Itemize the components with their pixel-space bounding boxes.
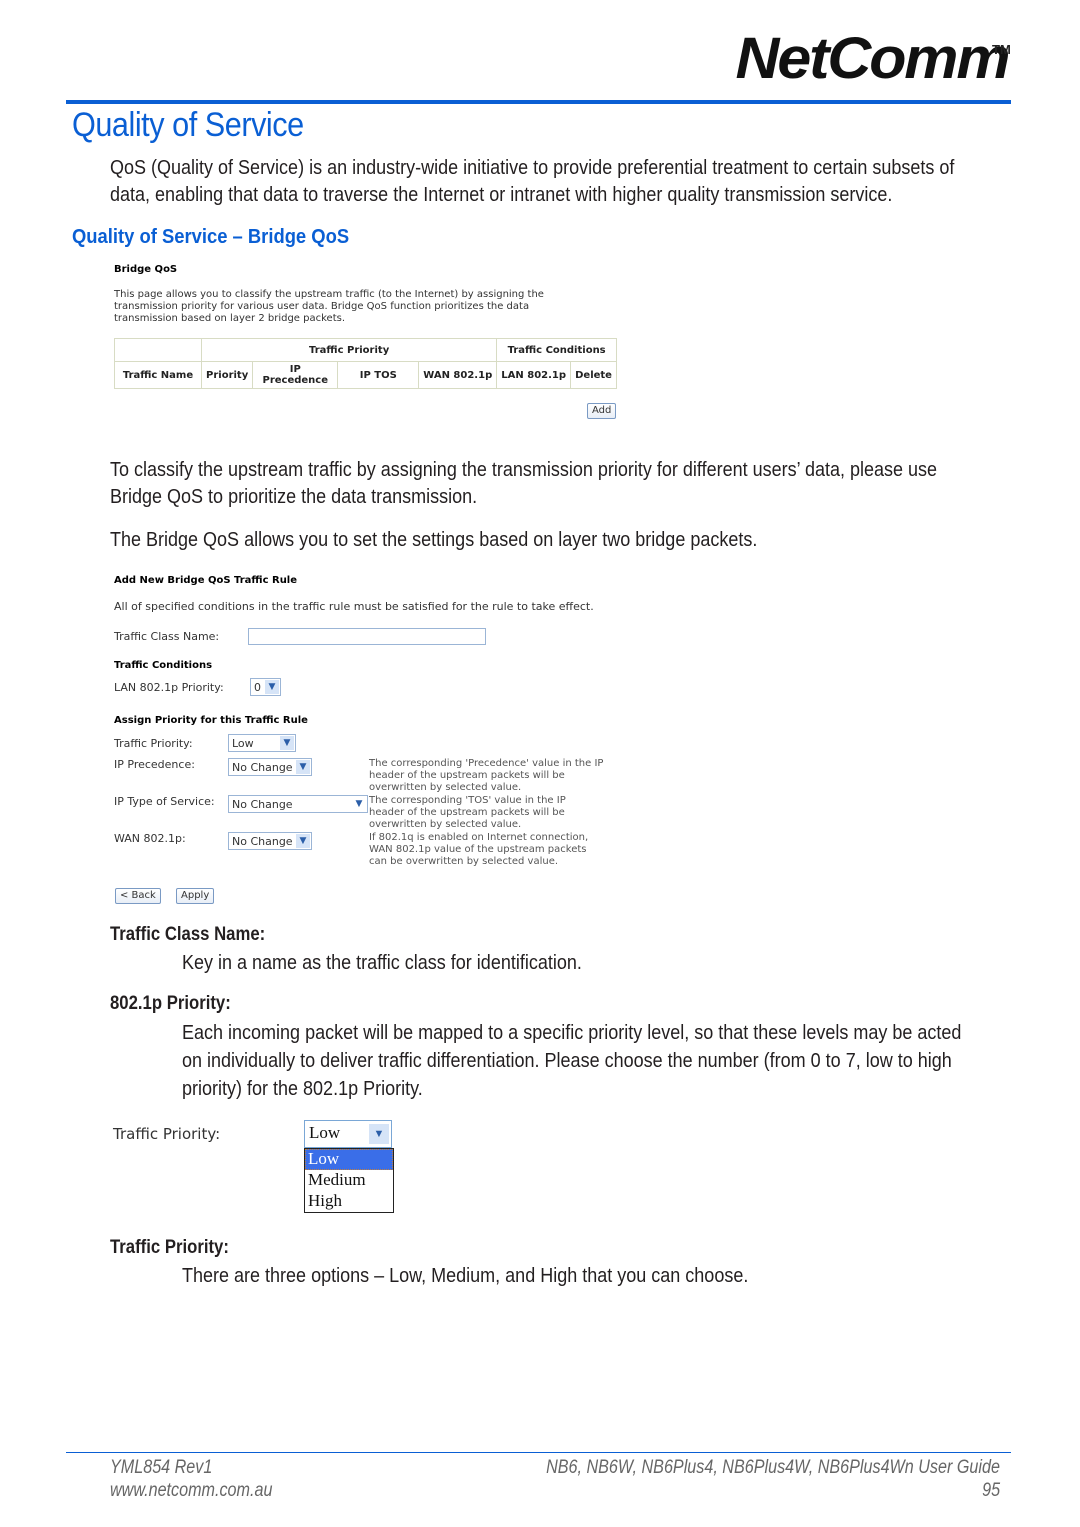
chevron-down-icon: ▼ [369, 1124, 389, 1144]
lan-priority-label: LAN 802.1p Priority: [114, 681, 224, 694]
traffic-priority-label-large: Traffic Priority: [113, 1125, 221, 1143]
traffic-priority-dropdown[interactable]: Low ▼ [304, 1120, 392, 1148]
bridge-qos-heading: Bridge QoS [114, 264, 178, 275]
wan-8021p-note: If 802.1q is enabled on Internet connect… [369, 832, 588, 868]
def-desc-8021p-line-1: Each incoming packet will be mapped to a… [182, 1022, 962, 1044]
wan-8021p-label: WAN 802.1p: [114, 832, 186, 845]
col-delete: Delete [570, 361, 617, 389]
note-line: The corresponding 'TOS' value in the IP [369, 795, 566, 806]
empty-header-cell [114, 338, 202, 362]
para2-line-2: Bridge QoS to prioritize the data transm… [110, 486, 478, 508]
col-priority: Priority [200, 361, 254, 389]
note-line: overwritten by selected value. [369, 819, 522, 830]
para2-line-1: To classify the upstream traffic by assi… [110, 459, 938, 481]
chevron-down-icon: ▼ [296, 834, 310, 848]
col-lan-8021p: LAN 802.1p [496, 361, 572, 389]
ip-tos-value: No Change [232, 798, 293, 811]
def-term-traffic-priority: Traffic Priority: [110, 1237, 229, 1258]
page-number: 95 [982, 1480, 1000, 1501]
def-desc-8021p-line-3: priority) for the 802.1p Priority. [182, 1078, 423, 1100]
chevron-down-icon: ▼ [355, 799, 363, 809]
wan-8021p-value: No Change [232, 835, 293, 848]
desc-line: transmission based on layer 2 bridge pac… [114, 313, 346, 324]
header-divider [66, 100, 1011, 104]
footer-divider [66, 1452, 1011, 1453]
traffic-priority-options-list: Low Medium High [304, 1148, 394, 1213]
note-line: If 802.1q is enabled on Internet connect… [369, 832, 589, 843]
lan-priority-value: 0 [254, 681, 261, 694]
traffic-class-name-input[interactable] [248, 628, 486, 645]
ip-precedence-note: The corresponding 'Precedence' value in … [369, 758, 603, 794]
note-line: header of the upstream packets will be [369, 770, 565, 781]
qos-rules-table: Traffic Priority Traffic Conditions Traf… [114, 338, 617, 389]
note-line: WAN 802.1p value of the upstream packets [369, 844, 587, 855]
group-header-traffic-priority: Traffic Priority [200, 338, 498, 362]
chevron-down-icon: ▼ [265, 680, 279, 694]
wan-8021p-select[interactable]: No Change ▼ [228, 832, 312, 850]
group-header-traffic-conditions: Traffic Conditions [496, 338, 617, 362]
lan-priority-select[interactable]: 0 ▼ [250, 678, 281, 696]
option-medium[interactable]: Medium [305, 1170, 393, 1191]
footer-website: www.netcomm.com.au [110, 1480, 273, 1501]
table-header-row: Traffic Name Priority IP Precedence IP T… [114, 361, 617, 389]
def-desc-traffic-class-name: Key in a name as the traffic class for i… [182, 952, 582, 974]
def-desc-traffic-priority: There are three options – Low, Medium, a… [182, 1265, 749, 1287]
col-ip-tos: IP TOS [337, 361, 420, 389]
desc-line: transmission priority for various user d… [114, 301, 530, 312]
intro-line-1: QoS (Quality of Service) is an industry-… [110, 157, 955, 179]
note-line: The corresponding 'Precedence' value in … [369, 758, 604, 769]
add-rule-description: All of specified conditions in the traff… [114, 600, 594, 613]
col-ip-precedence: IP Precedence [252, 361, 339, 389]
option-high[interactable]: High [305, 1191, 393, 1212]
netcomm-logo: NetComm [735, 26, 1011, 91]
traffic-class-name-label: Traffic Class Name: [114, 630, 220, 643]
note-line: overwritten by selected value. [369, 782, 522, 793]
bridge-qos-description: This page allows you to classify the ups… [114, 289, 544, 325]
traffic-priority-selected: Low [309, 1123, 341, 1142]
ip-precedence-select[interactable]: No Change ▼ [228, 758, 312, 776]
chevron-down-icon: ▼ [296, 760, 310, 774]
traffic-priority-select[interactable]: Low ▼ [228, 734, 296, 752]
note-line: header of the upstream packets will be [369, 807, 565, 818]
footer-doc-id: YML854 Rev1 [110, 1457, 213, 1478]
col-traffic-name: Traffic Name [114, 361, 202, 389]
apply-button[interactable]: Apply [176, 888, 215, 904]
footer-guide-title: NB6, NB6W, NB6Plus4, NB6Plus4W, NB6Plus4… [546, 1457, 1000, 1478]
trademark: TM [992, 42, 1011, 57]
para3: The Bridge QoS allows you to set the set… [110, 529, 758, 551]
add-rule-heading: Add New Bridge QoS Traffic Rule [114, 575, 298, 586]
back-button[interactable]: < Back [115, 888, 161, 904]
ip-precedence-label: IP Precedence: [114, 758, 195, 771]
def-term-traffic-class-name: Traffic Class Name: [110, 924, 266, 945]
def-desc-8021p-line-2: on individually to deliver traffic diffe… [182, 1050, 952, 1072]
option-low[interactable]: Low [305, 1149, 393, 1170]
assign-priority-heading: Assign Priority for this Traffic Rule [114, 715, 308, 726]
section-title: Quality of Service – Bridge QoS [72, 226, 350, 248]
col-wan-8021p: WAN 802.1p [418, 361, 498, 389]
note-line: can be overwritten by selected value. [369, 856, 559, 867]
def-term-8021p-priority: 802.1p Priority: [110, 993, 231, 1014]
traffic-priority-label: Traffic Priority: [114, 737, 193, 750]
ip-tos-note: The corresponding 'TOS' value in the IP … [369, 795, 566, 831]
ip-precedence-value: No Change [232, 761, 293, 774]
desc-line: This page allows you to classify the ups… [114, 289, 544, 300]
ip-tos-label: IP Type of Service: [114, 795, 215, 808]
intro-line-2: data, enabling that data to traverse the… [110, 184, 893, 206]
traffic-priority-value: Low [232, 737, 254, 750]
add-button[interactable]: Add [587, 403, 617, 419]
page-title: Quality of Service [72, 106, 304, 144]
ip-tos-select[interactable]: No Change ▼ [228, 795, 368, 813]
chevron-down-icon: ▼ [280, 736, 294, 750]
table-group-header-row: Traffic Priority Traffic Conditions [114, 338, 617, 362]
traffic-conditions-heading: Traffic Conditions [114, 660, 213, 671]
